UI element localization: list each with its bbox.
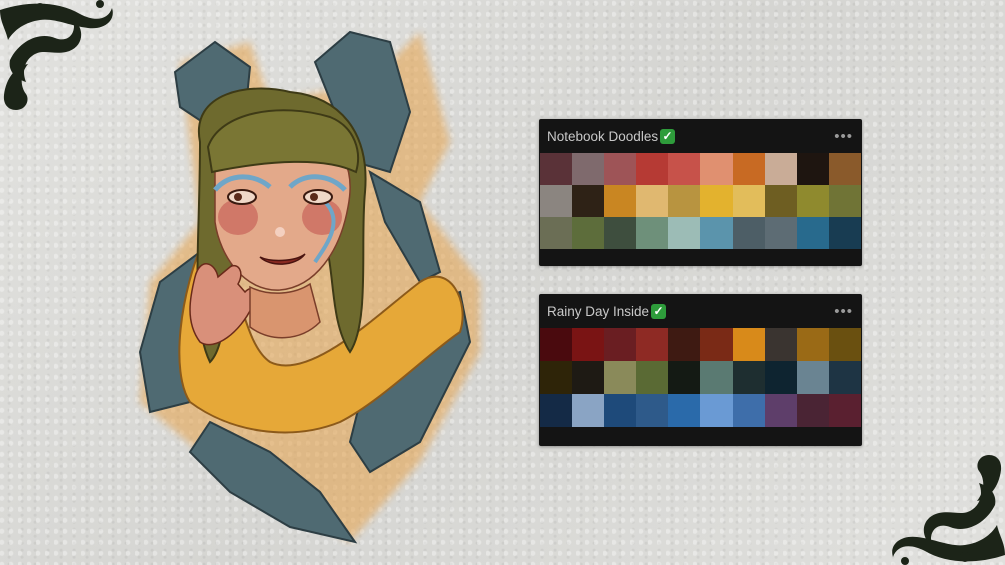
color-swatch[interactable] <box>668 361 701 394</box>
color-swatch[interactable] <box>828 217 861 249</box>
color-swatch[interactable] <box>636 153 669 185</box>
color-swatch[interactable] <box>764 217 797 249</box>
color-swatch[interactable] <box>604 217 637 249</box>
color-swatch[interactable] <box>540 153 573 185</box>
color-swatch[interactable] <box>540 394 573 427</box>
color-swatch[interactable] <box>732 328 765 361</box>
palette-header: Notebook Doodles ✓ ••• <box>539 119 862 153</box>
color-swatch[interactable] <box>668 185 701 217</box>
palette-title: Rainy Day Inside ✓ <box>547 303 667 319</box>
color-swatch[interactable] <box>700 361 733 394</box>
color-swatch[interactable] <box>732 185 765 217</box>
color-swatch[interactable] <box>700 328 733 361</box>
color-swatch[interactable] <box>796 328 829 361</box>
color-swatch[interactable] <box>572 328 605 361</box>
swatch-grid <box>540 153 861 249</box>
color-swatch[interactable] <box>572 394 605 427</box>
color-swatch[interactable] <box>796 153 829 185</box>
more-options-icon[interactable]: ••• <box>834 303 853 320</box>
color-swatch[interactable] <box>764 361 797 394</box>
color-swatch[interactable] <box>540 217 573 249</box>
more-options-icon[interactable]: ••• <box>834 128 853 145</box>
color-swatch[interactable] <box>764 328 797 361</box>
color-swatch[interactable] <box>828 185 861 217</box>
color-swatch[interactable] <box>636 394 669 427</box>
color-swatch[interactable] <box>668 153 701 185</box>
color-swatch[interactable] <box>700 394 733 427</box>
color-swatch[interactable] <box>764 394 797 427</box>
color-swatch[interactable] <box>636 217 669 249</box>
color-swatch[interactable] <box>732 153 765 185</box>
color-swatch[interactable] <box>604 361 637 394</box>
color-swatch[interactable] <box>572 185 605 217</box>
palette-header: Rainy Day Inside ✓ ••• <box>539 294 862 328</box>
color-swatch[interactable] <box>668 217 701 249</box>
color-swatch[interactable] <box>636 328 669 361</box>
color-swatch[interactable] <box>828 394 861 427</box>
portrait-illustration <box>138 30 480 544</box>
color-swatch[interactable] <box>828 361 861 394</box>
palette-card-rainy-day-inside: Rainy Day Inside ✓ ••• <box>539 294 862 446</box>
color-swatch[interactable] <box>572 361 605 394</box>
color-swatch[interactable] <box>540 185 573 217</box>
color-swatch[interactable] <box>828 328 861 361</box>
color-swatch[interactable] <box>764 185 797 217</box>
color-swatch[interactable] <box>572 153 605 185</box>
color-swatch[interactable] <box>828 153 861 185</box>
color-swatch[interactable] <box>764 153 797 185</box>
color-swatch[interactable] <box>796 217 829 249</box>
swatch-grid <box>540 328 861 427</box>
color-swatch[interactable] <box>604 185 637 217</box>
corner-ornament-icon <box>0 0 113 110</box>
color-swatch[interactable] <box>700 217 733 249</box>
color-swatch[interactable] <box>668 394 701 427</box>
color-swatch[interactable] <box>796 361 829 394</box>
color-swatch[interactable] <box>604 394 637 427</box>
corner-ornament-icon <box>892 455 1005 565</box>
palette-card-notebook-doodles: Notebook Doodles ✓ ••• <box>539 119 862 266</box>
color-swatch[interactable] <box>636 361 669 394</box>
color-swatch[interactable] <box>604 328 637 361</box>
color-swatch[interactable] <box>572 217 605 249</box>
palette-title-text: Notebook Doodles <box>547 128 659 144</box>
color-swatch[interactable] <box>732 217 765 249</box>
color-swatch[interactable] <box>796 185 829 217</box>
check-icon: ✓ <box>651 303 667 319</box>
color-swatch[interactable] <box>700 153 733 185</box>
check-icon: ✓ <box>660 128 676 144</box>
color-swatch[interactable] <box>732 394 765 427</box>
color-swatch[interactable] <box>636 185 669 217</box>
palette-title: Notebook Doodles ✓ <box>547 128 676 144</box>
color-swatch[interactable] <box>668 328 701 361</box>
color-swatch[interactable] <box>732 361 765 394</box>
color-swatch[interactable] <box>540 328 573 361</box>
color-swatch[interactable] <box>796 394 829 427</box>
color-swatch[interactable] <box>604 153 637 185</box>
color-swatch[interactable] <box>540 361 573 394</box>
color-swatch[interactable] <box>700 185 733 217</box>
palette-title-text: Rainy Day Inside <box>547 303 650 319</box>
